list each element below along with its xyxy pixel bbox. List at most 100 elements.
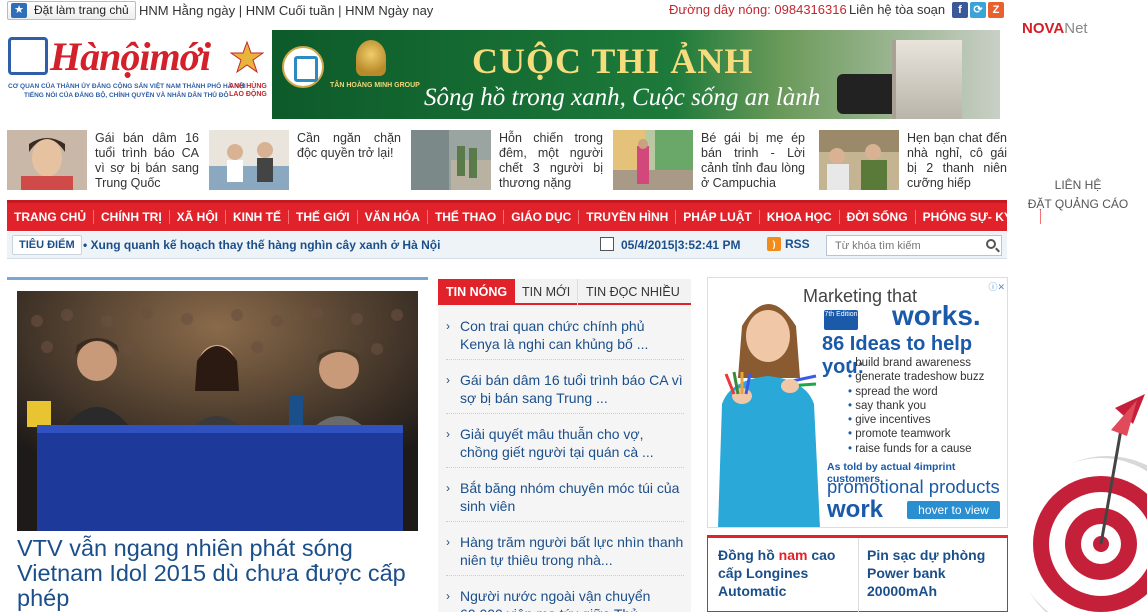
chevron-right-icon: › xyxy=(446,319,450,333)
site-logo[interactable]: Hànộimới CƠ QUAN CỦA THÀNH ỦY ĐẢNG CỘNG … xyxy=(8,33,267,103)
logo-emblem-icon xyxy=(8,37,48,75)
nav-item-home[interactable]: TRANG CHỦ xyxy=(7,210,94,224)
shop-item-powerbank[interactable]: Pin sạc dự phòng Power bank 20000mAh xyxy=(867,546,1007,600)
tab-hot-news[interactable]: TIN NÓNG xyxy=(438,279,516,305)
list-item-title: Bắt băng nhóm chuyên móc túi của sinh vi… xyxy=(460,480,680,514)
strip-item-title: Cần ngăn chặn độc quyền trở lại! xyxy=(297,131,401,160)
list-item[interactable]: › Hàng trăm người bất lực nhìn thanh niên… xyxy=(446,533,684,576)
nav-item-life[interactable]: ĐỜI SỐNG xyxy=(840,210,916,224)
novanet-net: Net xyxy=(1064,20,1088,37)
nav-item-culture[interactable]: VĂN HÓA xyxy=(358,210,428,224)
tab-most-read[interactable]: TIN ĐỌC NHIỀU xyxy=(577,279,688,305)
zing-icon[interactable]: Z xyxy=(988,2,1004,18)
strip-item[interactable]: Cần ngăn chặn độc quyền trở lại! xyxy=(209,129,405,191)
shop-item-watch[interactable]: Đồng hồ nam cao cấp Longines Automatic xyxy=(718,546,858,600)
hotline: Đường dây nóng: 0984316316 xyxy=(669,2,847,17)
dart-target-ad-image[interactable] xyxy=(1015,378,1147,612)
list-item-title: Con trai quan chức chính phủ Kenya là ng… xyxy=(460,318,649,352)
adchoices-icon[interactable]: ⓘ✕ xyxy=(983,280,1005,292)
chevron-right-icon: › xyxy=(446,589,450,603)
nav-item-law[interactable]: PHÁP LUẬT xyxy=(676,210,760,224)
ad-person-image xyxy=(718,304,820,527)
search-input[interactable] xyxy=(826,235,1002,256)
strip-item-title: Hỗn chiến trong đêm, một người chết 3 ng… xyxy=(499,131,603,190)
list-item[interactable]: › Người nước ngoài vận chuyển 60.000 viên… xyxy=(446,587,684,612)
novanet-nova: NOVA xyxy=(1022,20,1065,37)
shop-item-watch-highlight: nam xyxy=(778,547,808,563)
nav-item-tv[interactable]: TRUYỀN HÌNH xyxy=(579,210,677,224)
nav-item-economy[interactable]: KINH TẾ xyxy=(226,210,290,224)
nav-item-society[interactable]: XÃ HỘI xyxy=(170,210,227,224)
star-icon: ★ xyxy=(11,3,27,18)
news-tabs: TIN NÓNG TIN MỚI TIN ĐỌC NHIỀU xyxy=(438,279,691,305)
set-homepage-label: Đặt làm trang chủ xyxy=(34,3,129,17)
nav-item-world[interactable]: THẾ GIỚI xyxy=(289,210,358,224)
edition-links[interactable]: HNM Hằng ngày | HNM Cuối tuần | HNM Ngày… xyxy=(139,3,433,18)
contact-newsroom-link[interactable]: Liên hệ tòa soạn xyxy=(849,2,945,17)
novanet-logo[interactable]: NOVANet xyxy=(1022,20,1088,37)
nav-item-education[interactable]: GIÁO DỤC xyxy=(504,210,580,224)
ad-bullet: say thank you xyxy=(848,399,984,413)
news-ticker[interactable]: • Xung quanh kế hoạch thay thế hàng nghì… xyxy=(83,238,440,252)
sub-bar: TIÊU ĐIỂM • Xung quanh kế hoạch thay thế… xyxy=(7,232,1007,259)
rss-link[interactable]: RSS xyxy=(785,237,810,251)
news-thumbnail xyxy=(7,130,87,190)
calendar-icon xyxy=(600,237,614,251)
news-thumbnail xyxy=(411,130,491,190)
social-icons: f ⟳ Z xyxy=(952,2,1004,18)
strip-item[interactable]: Gái bán dâm 16 tuổi trình báo CA vì sợ b… xyxy=(7,129,203,191)
nav-item-sports[interactable]: THỂ THAO xyxy=(428,210,505,224)
strip-item-title: Gái bán dâm 16 tuổi trình báo CA vì sợ b… xyxy=(95,131,199,190)
advertise-contact[interactable]: LIÊN HỆ ĐẶT QUẢNG CÁO xyxy=(1018,176,1138,214)
logo-tagline-2: TIẾNG NÓI CỦA ĐẢNG BỘ, CHÍNH QUYỀN VÀ NH… xyxy=(24,92,229,99)
news-thumbnail xyxy=(613,130,693,190)
ad-hover-button[interactable]: hover to view xyxy=(907,501,1000,519)
ad-promo: promotional products xyxy=(827,476,1000,497)
building-image xyxy=(892,40,962,119)
ad-edition-badge: 7th Edition xyxy=(824,310,858,330)
ad-work: work xyxy=(827,496,884,523)
shop-item-watch-pre: Đồng hồ xyxy=(718,547,779,563)
rss-icon[interactable]: ) xyxy=(767,237,781,251)
featured-article: VTV vẫn ngang nhiên phát sóng Vietnam Id… xyxy=(7,277,428,612)
list-item[interactable]: › Con trai quan chức chính phủ Kenya là n… xyxy=(446,317,684,360)
list-item[interactable]: › Gái bán dâm 16 tuổi trình báo CA vì sợ … xyxy=(446,371,684,414)
nav-item-science[interactable]: KHOA HỌC xyxy=(760,210,840,224)
ad-bullet: give incentives xyxy=(848,413,984,427)
facebook-icon[interactable]: f xyxy=(952,2,968,18)
strip-item-title: Hẹn bạn chat đến nhà nghỉ, cô gái bị 2 t… xyxy=(907,131,1007,190)
ad-bullet: generate tradeshow buzz xyxy=(848,370,984,384)
focus-label: TIÊU ĐIỂM xyxy=(12,235,82,255)
tab-latest-news[interactable]: TIN MỚI xyxy=(514,279,578,305)
share-icon[interactable]: ⟳ xyxy=(970,2,986,18)
banner-slogan: Sông hồ trong xanh, Cuộc sống an lành xyxy=(424,84,821,111)
hot-news-list: › Con trai quan chức chính phủ Kenya là n… xyxy=(438,305,691,612)
featured-photo[interactable] xyxy=(17,291,418,531)
logo-tagline-1: CƠ QUAN CỦA THÀNH ỦY ĐẢNG CỘNG SẢN VIỆT … xyxy=(8,83,246,90)
ad-bullet: build brand awareness xyxy=(848,356,984,370)
advertise-contact-line2: ĐẶT QUẢNG CÁO xyxy=(1027,197,1129,211)
set-homepage-button[interactable]: ★ Đặt làm trang chủ xyxy=(7,1,136,20)
header-banner-ad[interactable]: TÂN HOÀNG MINH GROUP CUỘC THI ẢNH Sông h… xyxy=(272,30,1000,119)
featured-headline[interactable]: VTV vẫn ngang nhiên phát sóng Vietnam Id… xyxy=(17,536,422,611)
list-item[interactable]: › Bắt băng nhóm chuyên móc túi của sinh v… xyxy=(446,479,684,522)
banner-title: CUỘC THI ẢNH xyxy=(472,41,754,81)
chevron-right-icon: › xyxy=(446,427,450,441)
ad-bullet: raise funds for a cause xyxy=(848,442,984,456)
ad-bullet: promote teamwork xyxy=(848,427,984,441)
list-item-title: Hàng trăm người bất lực nhìn thanh niên … xyxy=(460,534,684,568)
contest-logo-icon xyxy=(282,46,324,88)
brand-name: Hànộimới xyxy=(50,34,211,79)
search-icon[interactable] xyxy=(986,239,996,249)
display-ad[interactable]: ⓘ✕ Marketing that works. 7th Edition 86 … xyxy=(707,277,1008,528)
nav-item-politics[interactable]: CHÍNH TRỊ xyxy=(94,210,170,224)
ad-works: works. xyxy=(892,300,981,331)
chevron-right-icon: › xyxy=(446,481,450,495)
strip-item[interactable]: Bé gái bị mẹ ép bán trinh - Lời cảnh tỉn… xyxy=(613,129,809,191)
strip-item[interactable]: Hẹn bạn chat đến nhà nghỉ, cô gái bị 2 t… xyxy=(819,129,1015,191)
top-news-strip: Gái bán dâm 16 tuổi trình báo CA vì sợ b… xyxy=(7,129,1007,193)
list-item[interactable]: › Giải quyết mâu thuẫn cho vợ, chồng giết… xyxy=(446,425,684,468)
top-bar: ★ Đặt làm trang chủ HNM Hằng ngày | HNM … xyxy=(0,0,1010,22)
chevron-right-icon: › xyxy=(446,535,450,549)
strip-item[interactable]: Hỗn chiến trong đêm, một người chết 3 ng… xyxy=(411,129,607,191)
